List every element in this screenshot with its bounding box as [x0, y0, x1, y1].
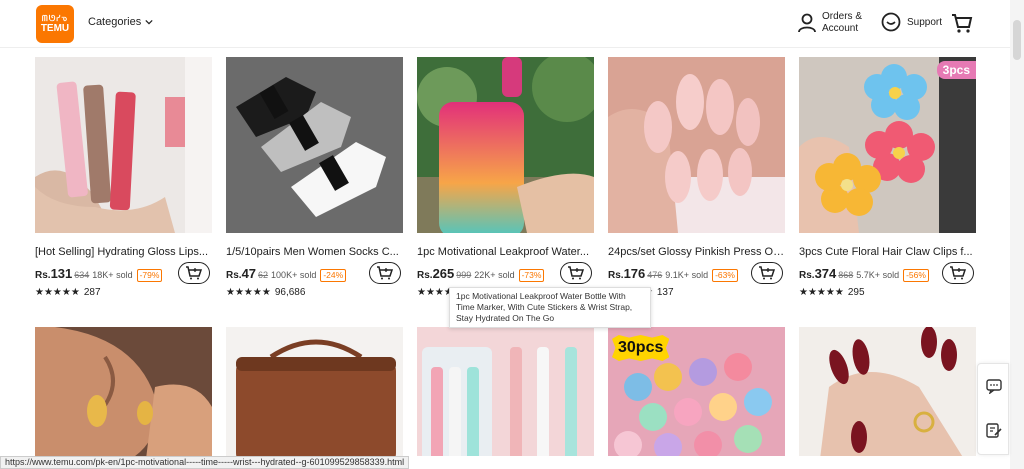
product-card[interactable] [799, 327, 976, 456]
product-title[interactable]: [Hot Selling] Hydrating Gloss Lips... [35, 246, 212, 258]
add-to-cart-icon [568, 266, 585, 280]
discount-badge: -63% [712, 269, 738, 282]
review-count: 96,686 [274, 287, 306, 298]
product-image-press-on-nails[interactable] [608, 57, 785, 233]
add-to-cart-button[interactable] [178, 262, 210, 284]
star-rating-icon: ★★★★★ [226, 287, 271, 298]
price-row: Rs. 176 476 9.1K+ sold -63% [608, 266, 738, 282]
pack-count-badge: 30pcs [612, 335, 670, 361]
currency: Rs. [226, 270, 242, 281]
add-to-cart-button[interactable] [369, 262, 401, 284]
currency: Rs. [799, 270, 815, 281]
discount-badge: -79% [136, 269, 163, 282]
star-rating-icon: ★★★★★ [35, 287, 80, 298]
price: 131 [50, 266, 73, 281]
product-title[interactable]: 3pcs Cute Floral Hair Claw Clips f... [799, 246, 976, 258]
rating: ★★★★★ 295 [799, 287, 865, 298]
logo-text: TEMU [40, 23, 70, 34]
price-row: Rs. 47 62 100K+ sold -24% [226, 266, 347, 282]
discount-badge: -24% [320, 269, 347, 282]
product-card[interactable] [226, 327, 403, 456]
review-count: 295 [847, 287, 865, 298]
page-scrollbar[interactable] [1010, 0, 1024, 469]
logo-glyphs: ᗰᘎᓯᓀ [41, 14, 69, 23]
user-icon [798, 13, 816, 33]
review-count: 137 [656, 287, 674, 298]
price: 47 [241, 266, 257, 281]
product-image-earrings[interactable] [35, 327, 212, 456]
pack-count-badge: 3pcs [936, 61, 976, 79]
product-title-tooltip: 1pc Motivational Leakproof Water Bottle … [449, 287, 651, 328]
categories-menu[interactable]: Categories [88, 16, 153, 28]
sold-count: 18K+ sold [92, 270, 133, 280]
price-row: Rs. 374 868 5.7K+ sold -56% [799, 266, 929, 282]
product-image-cosmetic-bag[interactable] [226, 327, 403, 456]
original-price: 62 [258, 270, 269, 280]
support-button[interactable]: Support [881, 12, 942, 32]
rating: ★★★★★ 287 [35, 287, 101, 298]
orders-label: Orders & [822, 11, 863, 22]
side-tools-panel [977, 363, 1009, 455]
product-title[interactable]: 1pc Motivational Leakproof Water... [417, 246, 594, 258]
product-image-lip-gloss[interactable] [35, 57, 212, 233]
product-image-face-razors[interactable] [417, 327, 594, 456]
add-to-cart-icon [186, 266, 203, 280]
sold-count: 100K+ sold [271, 270, 317, 280]
feedback-edit-icon[interactable] [986, 422, 1002, 438]
add-to-cart-button[interactable] [560, 262, 592, 284]
product-card[interactable]: 30pcs [608, 327, 785, 456]
rating: ★★★★★ 96,686 [226, 287, 305, 298]
price: 374 [814, 266, 837, 281]
add-to-cart-button[interactable] [751, 262, 783, 284]
add-to-cart-icon [950, 266, 967, 280]
price: 265 [432, 266, 455, 281]
categories-label: Categories [88, 16, 142, 28]
currency: Rs. [417, 270, 433, 281]
product-card[interactable] [417, 327, 594, 456]
star-rating-icon: ★★★★★ [799, 287, 844, 298]
review-count: 287 [83, 287, 101, 298]
product-image-hair-clips[interactable]: 3pcs [799, 57, 976, 233]
add-to-cart-button[interactable] [942, 262, 974, 284]
sold-count: 22K+ sold [474, 270, 515, 280]
support-label: Support [907, 16, 943, 28]
original-price: 868 [838, 270, 854, 280]
original-price: 634 [74, 270, 90, 280]
currency: Rs. [608, 270, 624, 281]
original-price: 999 [456, 270, 472, 280]
sold-count: 9.1K+ sold [665, 270, 709, 280]
support-chat-icon [881, 12, 901, 32]
cart-button[interactable] [951, 12, 973, 39]
add-to-cart-icon [377, 266, 394, 280]
chat-icon[interactable] [986, 378, 1002, 394]
price: 176 [623, 266, 646, 281]
chevron-down-icon [145, 19, 153, 25]
cart-icon [952, 14, 973, 33]
product-image-socks[interactable] [226, 57, 403, 233]
original-price: 476 [647, 270, 663, 280]
orders-account-button[interactable]: Orders & Account [798, 11, 862, 35]
product-title[interactable]: 1/5/10pairs Men Women Socks C... [226, 246, 403, 258]
discount-badge: -73% [518, 269, 545, 282]
product-image-red-nails[interactable] [799, 327, 976, 456]
add-to-cart-icon [759, 266, 776, 280]
price-row: Rs. 131 634 18K+ sold -79% [35, 266, 163, 282]
discount-badge: -56% [903, 269, 929, 282]
product-card[interactable] [35, 327, 212, 456]
product-title[interactable]: 24pcs/set Glossy Pinkish Press On... [608, 246, 785, 258]
scroll-thumb[interactable] [1013, 20, 1021, 60]
account-label: Account [822, 23, 859, 34]
price-row: Rs. 265 999 22K+ sold -73% [417, 266, 545, 282]
product-image-water-bottle[interactable] [417, 57, 594, 233]
sold-count: 5.7K+ sold [856, 270, 900, 280]
currency: Rs. [35, 270, 51, 281]
top-header: ᗰᘎᓯᓀ TEMU Categories Orders & Account Su… [0, 0, 1010, 48]
temu-logo[interactable]: ᗰᘎᓯᓀ TEMU [36, 5, 74, 43]
link-status-bar: https://www.temu.com/pk-en/1pc-motivatio… [0, 456, 410, 469]
